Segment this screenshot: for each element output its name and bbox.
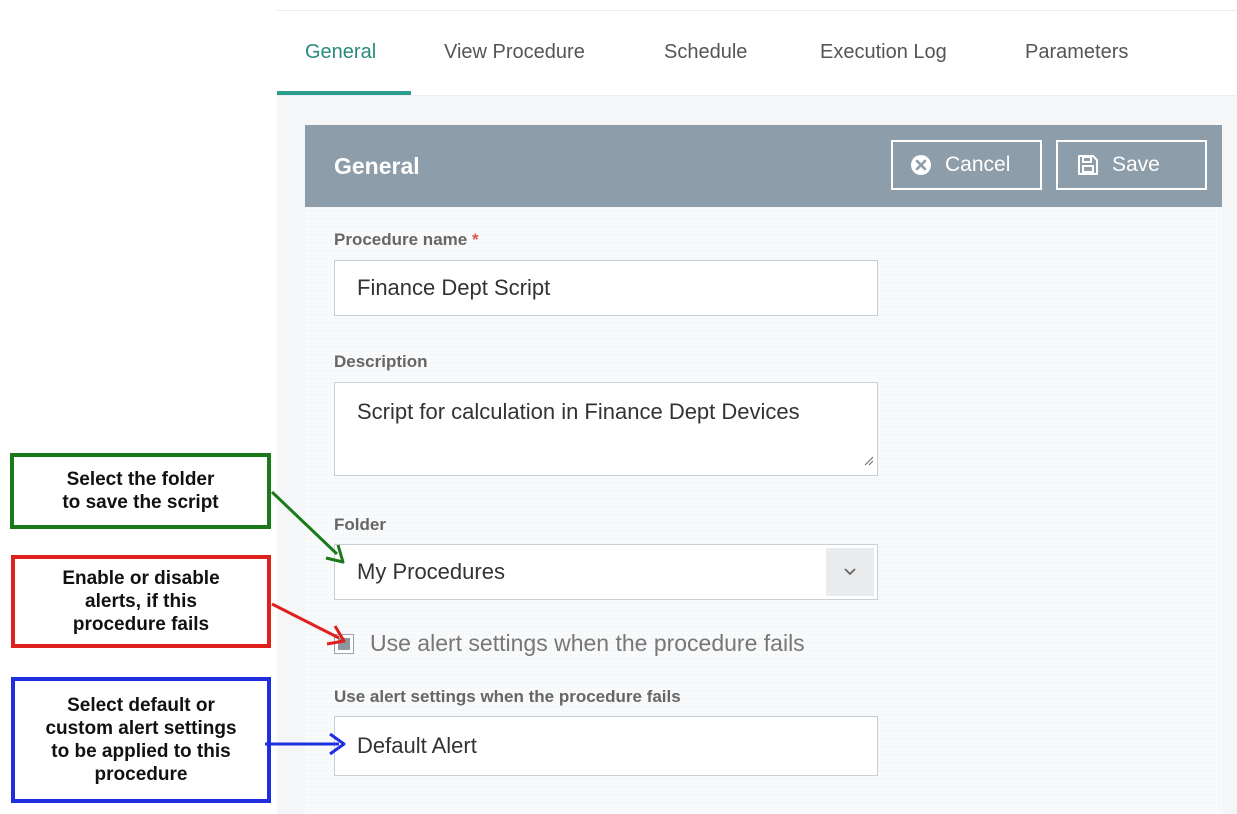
description-label: Description [334, 352, 428, 371]
description-textarea[interactable]: Script for calculation in Finance Dept D… [334, 382, 878, 476]
save-button[interactable]: Save [1056, 140, 1207, 190]
cancel-button[interactable]: Cancel [891, 140, 1042, 190]
folder-label: Folder [334, 515, 386, 534]
procedure-name-input[interactable]: Finance Dept Script [334, 260, 878, 316]
resize-handle-icon[interactable] [862, 446, 874, 472]
tab-general[interactable]: General [305, 41, 376, 64]
callout-folder: Select the folder to save the script [10, 453, 271, 529]
tab-view-procedure[interactable]: View Procedure [444, 41, 585, 64]
panel-header: General Cancel Save [305, 125, 1222, 207]
procedure-name-label-text: Procedure name [334, 230, 468, 249]
alert-setting-select[interactable]: Default Alert [334, 716, 878, 776]
alert-checkbox[interactable] [334, 633, 354, 654]
floppy-disk-icon [1076, 153, 1100, 177]
tab-execution-log[interactable]: Execution Log [820, 41, 947, 64]
panel-title: General [334, 153, 420, 179]
procedure-name-label: Procedure name * [334, 230, 479, 250]
callout-alert-settings: Select default or custom alert settings … [11, 677, 271, 803]
description-text: Script for calculation in Finance Dept D… [357, 399, 800, 424]
tab-bar: General View Procedure Schedule Executio… [277, 10, 1237, 97]
tab-parameters[interactable]: Parameters [1025, 41, 1128, 64]
checkbox-fill [338, 637, 350, 650]
folder-select[interactable]: My Procedures [334, 544, 878, 600]
alert-checkbox-row[interactable]: Use alert settings when the procedure fa… [334, 630, 805, 657]
required-marker: * [471, 230, 479, 249]
alert-checkbox-label: Use alert settings when the procedure fa… [370, 630, 805, 656]
x-circle-icon [909, 153, 933, 177]
chevron-down-icon[interactable] [826, 548, 874, 596]
cancel-label: Cancel [945, 153, 1011, 176]
folder-select-value: My Procedures [357, 559, 505, 584]
alert-setting-label: Use alert settings when the procedure fa… [334, 687, 681, 706]
callout-alerts: Enable or disable alerts, if this proced… [11, 555, 271, 648]
general-panel: General Cancel Save Procedure name * Fin… [305, 125, 1222, 814]
tab-schedule[interactable]: Schedule [664, 41, 747, 64]
save-label: Save [1112, 153, 1160, 176]
